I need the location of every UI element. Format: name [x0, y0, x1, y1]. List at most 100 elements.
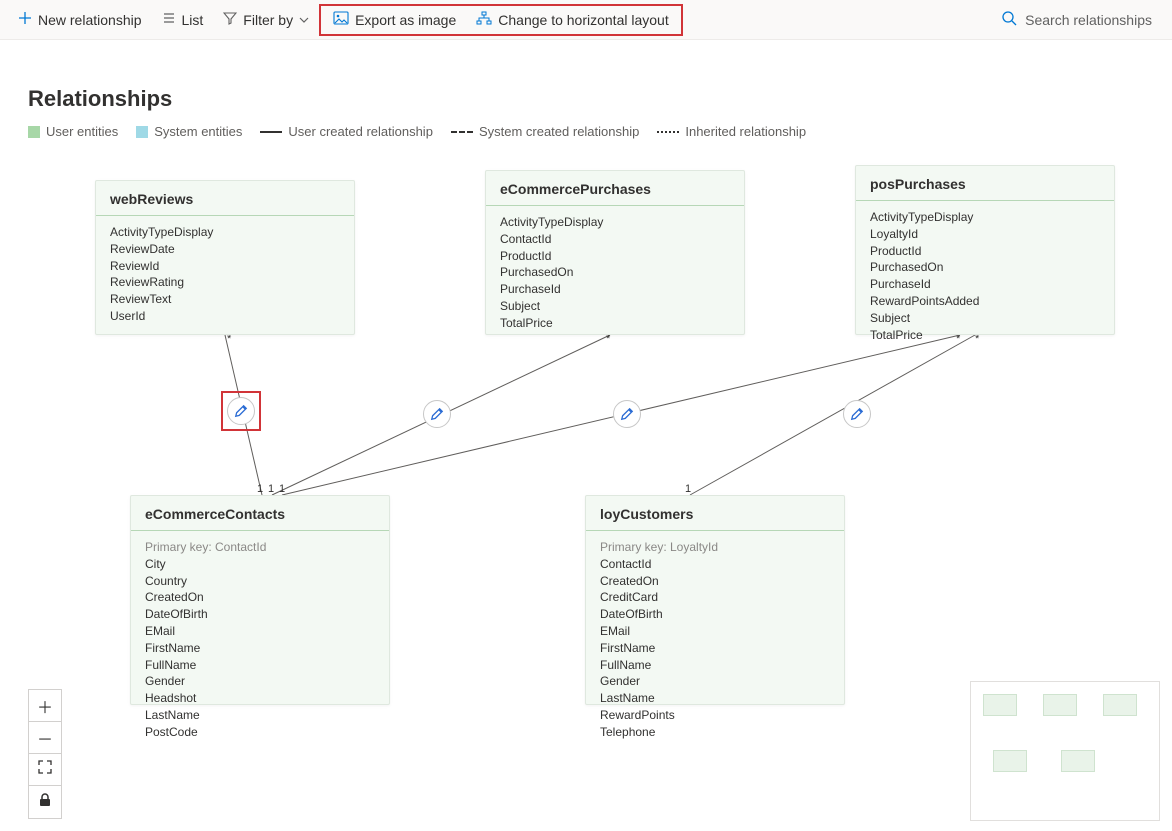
- page-header: Relationships User entities System entit…: [0, 40, 1172, 139]
- entity-field: RewardPoints: [600, 707, 830, 724]
- edit-relationship-button[interactable]: [843, 400, 871, 428]
- entity-field: ReviewId: [110, 258, 340, 275]
- search-icon: [1001, 10, 1017, 29]
- entity-field: PurchaseId: [500, 281, 730, 298]
- image-icon: [333, 11, 349, 28]
- entity-fields: Primary key: ContactId CityCountryCreate…: [131, 531, 389, 751]
- legend-user-rel: User created relationship: [260, 124, 433, 139]
- new-relationship-label: New relationship: [38, 12, 142, 28]
- entity-field: ProductId: [500, 248, 730, 265]
- cardinality-one: 1: [685, 483, 691, 495]
- entity-web-reviews[interactable]: webReviews ActivityTypeDisplayReviewDate…: [95, 180, 355, 335]
- lock-button[interactable]: [29, 786, 61, 818]
- entity-field: Gender: [145, 673, 375, 690]
- filter-icon: [223, 11, 237, 28]
- entity-field: EMail: [600, 623, 830, 640]
- diagram-canvas[interactable]: * * * * 1 1 1 1 webReviews ActivityTypeD…: [0, 160, 1172, 831]
- entity-field: ProductId: [870, 243, 1100, 260]
- entity-field: ReviewRating: [110, 274, 340, 291]
- zoom-in-button[interactable]: ＋: [29, 690, 61, 722]
- minimap[interactable]: [970, 681, 1160, 821]
- highlighted-edit: [221, 391, 261, 431]
- minimap-box: [993, 750, 1027, 772]
- export-image-button[interactable]: Export as image: [323, 5, 466, 34]
- chevron-down-icon: [299, 12, 309, 28]
- entity-field: FirstName: [145, 640, 375, 657]
- solid-line-icon: [260, 131, 282, 133]
- entity-pos-purchases[interactable]: posPurchases ActivityTypeDisplayLoyaltyI…: [855, 165, 1115, 335]
- list-button[interactable]: List: [152, 5, 214, 34]
- pencil-icon: [850, 407, 864, 421]
- entity-field: ContactId: [600, 556, 830, 573]
- entity-field: PostCode: [145, 724, 375, 741]
- entity-field: FirstName: [600, 640, 830, 657]
- minimap-box: [1103, 694, 1137, 716]
- fit-screen-button[interactable]: [29, 754, 61, 786]
- entity-title: eCommercePurchases: [486, 171, 744, 206]
- entity-field: LoyaltyId: [870, 226, 1100, 243]
- entity-field: Gender: [600, 673, 830, 690]
- new-relationship-button[interactable]: New relationship: [8, 5, 152, 34]
- change-layout-label: Change to horizontal layout: [498, 12, 668, 28]
- entity-field: ActivityTypeDisplay: [110, 224, 340, 241]
- change-layout-button[interactable]: Change to horizontal layout: [466, 5, 678, 34]
- edit-relationship-button[interactable]: [227, 397, 255, 425]
- entity-field: Country: [145, 573, 375, 590]
- entity-ecommerce-purchases[interactable]: eCommercePurchases ActivityTypeDisplayCo…: [485, 170, 745, 335]
- zoom-out-button[interactable]: －: [29, 722, 61, 754]
- entity-fields: ActivityTypeDisplayReviewDateReviewIdRev…: [96, 216, 354, 335]
- legend-inherited-rel: Inherited relationship: [657, 124, 806, 139]
- minus-icon: －: [37, 726, 53, 750]
- search-placeholder: Search relationships: [1025, 12, 1152, 28]
- legend-user-entities: User entities: [28, 124, 118, 139]
- edit-relationship-button[interactable]: [613, 400, 641, 428]
- export-image-label: Export as image: [355, 12, 456, 28]
- primary-key: Primary key: ContactId: [145, 539, 375, 556]
- entity-field: FullName: [600, 657, 830, 674]
- entity-loy-customers[interactable]: loyCustomers Primary key: LoyaltyId Cont…: [585, 495, 845, 705]
- entity-title: eCommerceContacts: [131, 496, 389, 531]
- entity-ecommerce-contacts[interactable]: eCommerceContacts Primary key: ContactId…: [130, 495, 390, 705]
- entity-field: City: [145, 556, 375, 573]
- dotted-line-icon: [657, 131, 679, 133]
- entity-field: ContactId: [500, 231, 730, 248]
- entity-field: EMail: [145, 623, 375, 640]
- entity-field: DateOfBirth: [600, 606, 830, 623]
- entity-field: Telephone: [600, 724, 830, 741]
- hierarchy-icon: [476, 11, 492, 28]
- entity-fields: ActivityTypeDisplayContactIdProductId Pur…: [486, 206, 744, 342]
- entity-title: loyCustomers: [586, 496, 844, 531]
- entity-field: LastName: [145, 707, 375, 724]
- entity-field: CreatedOn: [145, 589, 375, 606]
- entity-field: Headshot: [145, 690, 375, 707]
- zoom-controls: ＋ －: [28, 689, 62, 819]
- filter-by-button[interactable]: Filter by: [213, 5, 319, 34]
- entity-title: posPurchases: [856, 166, 1114, 201]
- highlighted-toolbar-group: Export as image Change to horizontal lay…: [319, 4, 683, 36]
- edit-relationship-button[interactable]: [423, 400, 451, 428]
- entity-field: ReviewText: [110, 291, 340, 308]
- entity-title: webReviews: [96, 181, 354, 216]
- cardinality-one: 1: [279, 483, 285, 495]
- list-icon: [162, 11, 176, 28]
- entity-field: ReviewDate: [110, 241, 340, 258]
- cardinality-one: 1: [257, 483, 263, 495]
- system-entity-chip: [136, 126, 148, 138]
- entity-field: CreditCard: [600, 589, 830, 606]
- dashed-line-icon: [451, 131, 473, 133]
- entity-field: FullName: [145, 657, 375, 674]
- pencil-icon: [234, 404, 248, 418]
- entity-field: CreatedOn: [600, 573, 830, 590]
- minimap-box: [1043, 694, 1077, 716]
- pencil-icon: [430, 407, 444, 421]
- entity-field: ActivityTypeDisplay: [870, 209, 1100, 226]
- fullscreen-icon: [38, 760, 52, 779]
- toolbar: New relationship List Filter by Export a…: [0, 0, 1172, 40]
- plus-icon: ＋: [37, 694, 53, 718]
- search-relationships[interactable]: Search relationships: [989, 10, 1164, 29]
- legend: User entities System entities User creat…: [28, 124, 1144, 139]
- entity-field: UserId: [110, 308, 340, 325]
- minimap-box: [1061, 750, 1095, 772]
- entity-field: ActivityTypeDisplay: [500, 214, 730, 231]
- entity-field: RewardPointsAdded: [870, 293, 1100, 310]
